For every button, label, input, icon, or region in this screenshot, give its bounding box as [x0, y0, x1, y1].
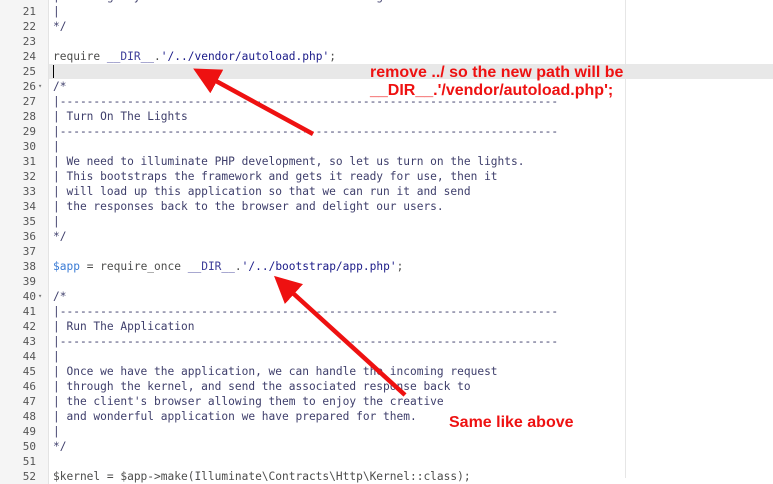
arrow-to-autoload-path — [193, 68, 315, 136]
annotation-note-same-like-above: Same like above — [449, 414, 574, 431]
annotation-note-remove-path: remove ../ so the new path will be __DIR… — [370, 64, 624, 99]
arrow-to-bootstrap-path — [274, 275, 407, 397]
